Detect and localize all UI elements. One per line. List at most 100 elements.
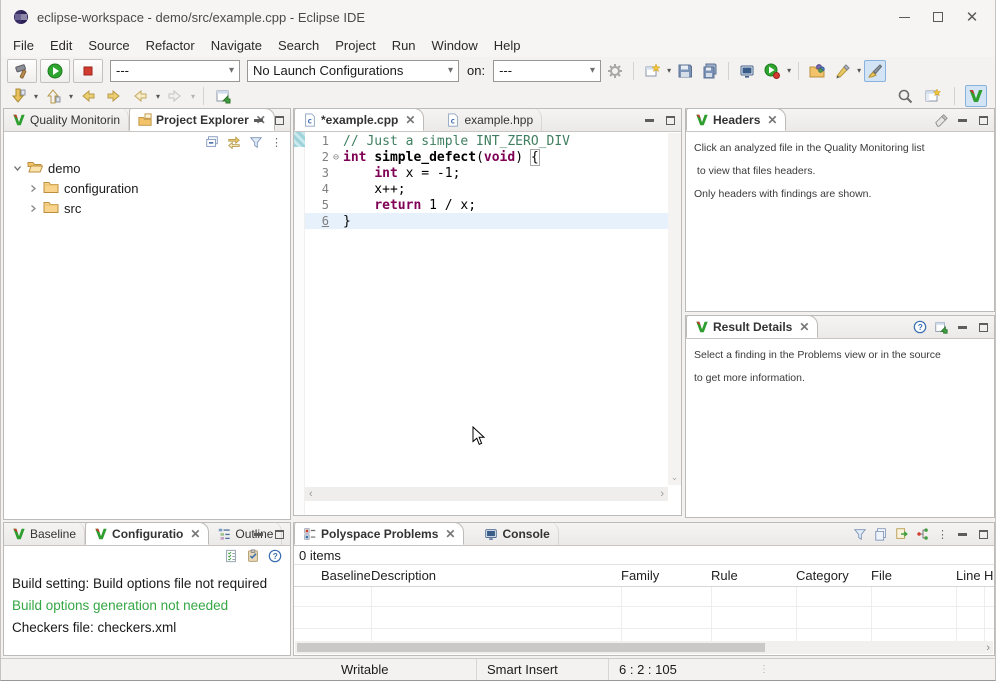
- tab-close-icon[interactable]: ✕: [190, 527, 200, 541]
- tab-polyspace-problems[interactable]: Polyspace Problems ✕: [294, 522, 464, 545]
- menu-item-project[interactable]: Project: [327, 36, 383, 55]
- open-element-button[interactable]: [806, 60, 828, 82]
- run-analysis-button[interactable]: [40, 59, 70, 83]
- minimize-view-button[interactable]: [251, 113, 265, 127]
- column-header-family[interactable]: Family: [621, 568, 711, 583]
- tab-close-icon[interactable]: ✕: [445, 527, 455, 541]
- menu-item-file[interactable]: File: [5, 36, 42, 55]
- problems-table-body[interactable]: [294, 587, 994, 645]
- minimize-view-button[interactable]: [642, 113, 656, 127]
- chevron-collapsed-icon[interactable]: [28, 184, 38, 193]
- show-hierarchy-button[interactable]: [916, 527, 930, 541]
- editor-vscrollbar[interactable]: ⌄: [668, 133, 681, 485]
- minimize-view-button[interactable]: [955, 527, 969, 541]
- minimize-view-button[interactable]: [251, 527, 265, 541]
- minimize-view-button[interactable]: [955, 320, 969, 334]
- stop-analysis-button[interactable]: [73, 59, 103, 83]
- menu-item-edit[interactable]: Edit: [42, 36, 80, 55]
- column-header-rule[interactable]: Rule: [711, 568, 796, 583]
- next-annotation-button[interactable]: [103, 85, 125, 107]
- maximize-view-button[interactable]: [663, 113, 677, 127]
- code-line-1[interactable]: 1// Just a simple INT_ZERO_DIV: [305, 133, 668, 149]
- tab-close-icon[interactable]: ✕: [767, 113, 777, 127]
- fold-marker-icon[interactable]: ⊖: [329, 152, 343, 163]
- open-perspective-button[interactable]: [922, 85, 944, 107]
- column-header-h[interactable]: H: [984, 568, 996, 583]
- column-header-category[interactable]: Category: [796, 568, 871, 583]
- problems-hscrollbar[interactable]: ›: [295, 641, 993, 654]
- chevron-down-icon[interactable]: ▾: [156, 92, 160, 101]
- tab-close-icon[interactable]: ✕: [405, 113, 415, 127]
- tab-configuration[interactable]: Configuratio ✕: [85, 522, 209, 545]
- previous-annotation-button[interactable]: [77, 85, 99, 107]
- save-all-button[interactable]: [699, 60, 721, 82]
- scroll-left-icon[interactable]: ‹: [309, 488, 313, 500]
- clear-headers-button[interactable]: [934, 113, 948, 127]
- code-area[interactable]: 1// Just a simple INT_ZERO_DIV2⊖int simp…: [305, 133, 668, 229]
- build-button[interactable]: [7, 59, 37, 83]
- format-brush-button[interactable]: [864, 60, 886, 82]
- maximize-view-button[interactable]: [272, 113, 286, 127]
- edit-configuration-icon[interactable]: [246, 549, 260, 563]
- menu-item-window[interactable]: Window: [424, 36, 486, 55]
- close-button[interactable]: ✕: [955, 2, 989, 32]
- tab-headers[interactable]: Headers ✕: [686, 108, 786, 131]
- copy-problems-button[interactable]: [874, 527, 888, 541]
- column-header-line[interactable]: Line: [956, 568, 984, 583]
- tab-close-icon[interactable]: ✕: [799, 320, 809, 334]
- launch-target-combo[interactable]: --- ▾: [493, 60, 601, 82]
- tab-result-details[interactable]: Result Details ✕: [686, 315, 818, 338]
- run-last-tool-button[interactable]: [761, 60, 783, 82]
- tab-example-hpp[interactable]: c example.hpp: [438, 108, 542, 131]
- launch-config-combo[interactable]: No Launch Configurations ▾: [247, 60, 459, 82]
- column-header-description[interactable]: Description: [371, 568, 621, 583]
- target-settings-button[interactable]: [604, 60, 626, 82]
- back-history-button[interactable]: [129, 85, 151, 107]
- chevron-collapsed-icon[interactable]: [28, 204, 38, 213]
- annotation-ruler[interactable]: [294, 132, 305, 515]
- code-editor[interactable]: 1// Just a simple INT_ZERO_DIV2⊖int simp…: [294, 132, 681, 515]
- last-edit-location-button[interactable]: [7, 85, 29, 107]
- previous-edit-location-button[interactable]: [42, 85, 64, 107]
- help-button[interactable]: ?: [913, 320, 927, 334]
- scroll-right-icon[interactable]: ›: [986, 642, 990, 654]
- menu-item-help[interactable]: Help: [486, 36, 529, 55]
- column-header-baseline[interactable]: Baseline: [321, 568, 371, 583]
- export-problems-button[interactable]: [895, 527, 909, 541]
- maximize-view-button[interactable]: [272, 527, 286, 541]
- link-editor-icon[interactable]: [227, 135, 241, 149]
- polyspace-perspective-button[interactable]: [965, 85, 987, 107]
- view-menu-icon[interactable]: ⋮: [937, 528, 948, 541]
- menu-item-navigate[interactable]: Navigate: [203, 36, 270, 55]
- forward-history-button[interactable]: [164, 85, 186, 107]
- menu-item-search[interactable]: Search: [270, 36, 327, 55]
- tree-item-src[interactable]: src: [4, 198, 290, 218]
- help-icon[interactable]: ?: [268, 549, 282, 563]
- chevron-expanded-icon[interactable]: [12, 164, 22, 173]
- open-in-window-button[interactable]: [934, 320, 948, 334]
- checkers-list-icon[interactable]: [224, 549, 238, 563]
- search-button[interactable]: [894, 85, 916, 107]
- scroll-down-icon[interactable]: ⌄: [668, 472, 681, 483]
- chevron-down-icon[interactable]: ▾: [69, 92, 73, 101]
- tree-item-demo[interactable]: demo: [4, 158, 290, 178]
- minimize-view-button[interactable]: [955, 113, 969, 127]
- menu-item-run[interactable]: Run: [384, 36, 424, 55]
- maximize-view-button[interactable]: [976, 320, 990, 334]
- view-menu-icon[interactable]: ⋮: [271, 136, 282, 149]
- column-header-file[interactable]: File: [871, 568, 956, 583]
- chevron-down-icon[interactable]: ▾: [667, 66, 671, 75]
- chevron-down-icon[interactable]: ▾: [857, 66, 861, 75]
- editor-hscrollbar[interactable]: ‹ ›: [305, 487, 668, 501]
- chevron-down-icon[interactable]: ▾: [787, 66, 791, 75]
- maximize-view-button[interactable]: [976, 527, 990, 541]
- filter-icon[interactable]: [249, 135, 263, 149]
- scroll-right-icon[interactable]: ›: [660, 488, 664, 500]
- menu-item-source[interactable]: Source: [80, 36, 137, 55]
- chevron-down-icon[interactable]: ▾: [34, 92, 38, 101]
- tree-item-configuration[interactable]: configuration: [4, 178, 290, 198]
- code-line-5[interactable]: 5 return 1 / x;: [305, 197, 668, 213]
- save-button[interactable]: [674, 60, 696, 82]
- link-with-editor-button[interactable]: [212, 85, 234, 107]
- tab-example-cpp[interactable]: c *example.cpp ✕: [294, 108, 424, 131]
